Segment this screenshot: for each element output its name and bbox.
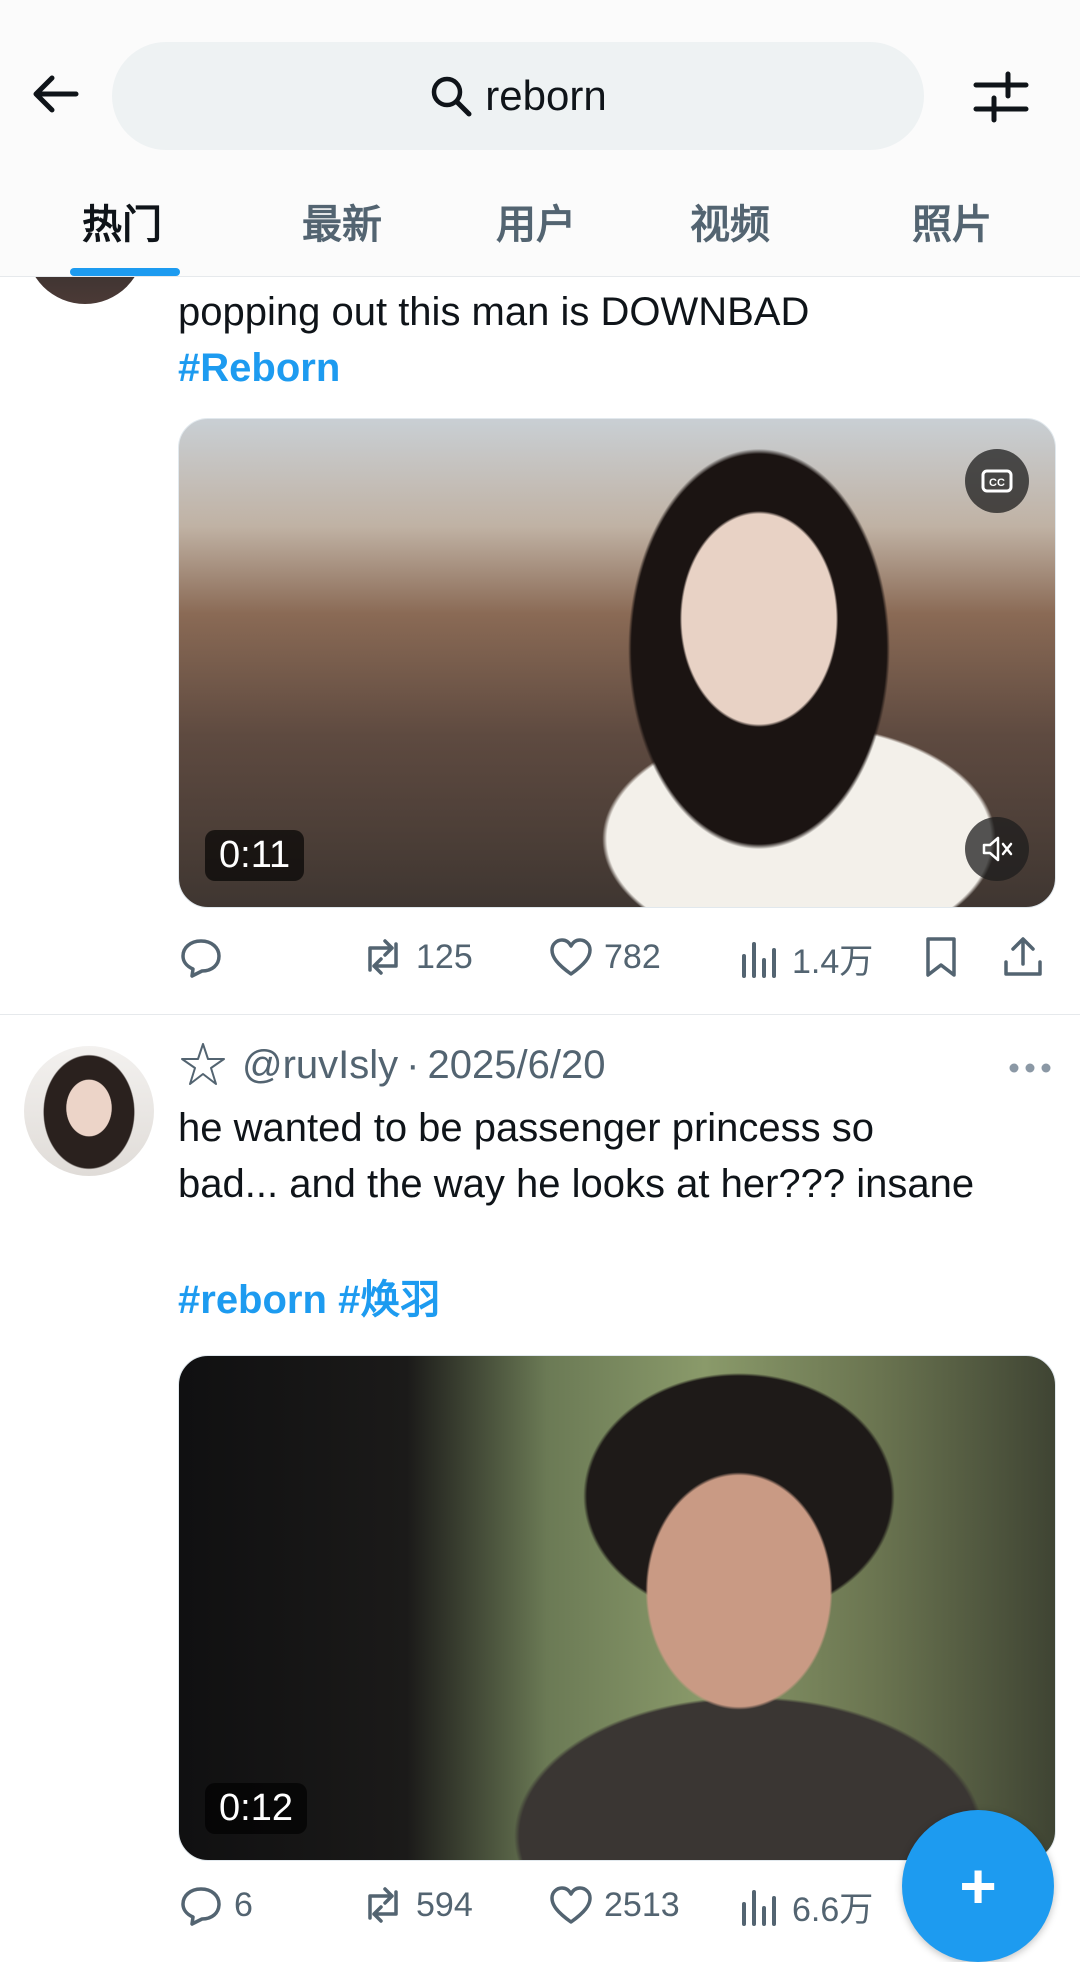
views-icon [742, 1889, 776, 1926]
heart-icon [550, 938, 592, 976]
retweet-icon [368, 1887, 398, 1923]
post-meta: @ruvIsly · 2025/6/20 [178, 1040, 605, 1090]
video-duration: 0:12 [205, 1783, 307, 1834]
post-date: 2025/6/20 [427, 1042, 606, 1087]
more-icon [1009, 1063, 1051, 1073]
retweet-button[interactable]: 594 [360, 1882, 473, 1928]
search-query[interactable]: reborn [485, 72, 606, 120]
like-button[interactable]: 2513 [548, 1882, 680, 1928]
views-button[interactable]: 1.4万 [736, 934, 873, 983]
like-button[interactable]: 782 [548, 934, 661, 980]
reply-count: 6 [234, 1885, 253, 1924]
active-tab-indicator [70, 268, 180, 276]
bookmark-button[interactable] [918, 934, 974, 980]
user-handle[interactable]: @ruvIsly [242, 1043, 398, 1088]
video-player[interactable]: 0:12 [178, 1355, 1056, 1861]
retweet-count: 125 [416, 937, 473, 976]
search-icon [432, 76, 472, 117]
view-count: 6.6万 [792, 1891, 874, 1929]
mute-icon [982, 836, 1013, 862]
post-text: popping out this man is DOWNBAD [178, 290, 810, 334]
sliders-icon [973, 71, 1029, 123]
view-count: 1.4万 [792, 943, 874, 981]
reply-icon [181, 1887, 221, 1926]
reply-icon [181, 939, 221, 978]
post-text-line-2: bad... and the way he looks at her??? in… [178, 1162, 975, 1206]
views-button[interactable]: 6.6万 [736, 1882, 873, 1931]
video-player[interactable]: CC 0:11 [178, 418, 1056, 908]
post-actions: 125 782 1.4万 [178, 934, 1058, 994]
tab-hot[interactable]: 热门 [82, 192, 162, 250]
share-button[interactable] [1000, 934, 1056, 980]
retweet-icon [368, 939, 398, 975]
tab-photos[interactable]: 照片 [912, 192, 992, 250]
compose-button[interactable]: + [902, 1810, 1054, 1962]
hashtag-link[interactable]: #焕羽 [338, 1278, 440, 1322]
more-options-button[interactable] [1008, 1048, 1052, 1088]
hashtag-link[interactable]: #Reborn [178, 340, 340, 396]
views-icon [742, 941, 776, 978]
meta-separator: · [406, 1042, 420, 1087]
video-duration: 0:11 [205, 830, 305, 881]
heart-icon [550, 1886, 592, 1924]
plus-icon: + [959, 1850, 997, 1922]
bookmark-icon [926, 937, 956, 977]
search-filter-button[interactable] [972, 68, 1030, 126]
arrow-left-icon [33, 75, 79, 113]
share-icon [1004, 937, 1042, 976]
avatar[interactable] [24, 1046, 154, 1176]
retweet-count: 594 [416, 1885, 473, 1924]
tab-users[interactable]: 用户 [496, 192, 576, 250]
tab-videos[interactable]: 视频 [690, 192, 770, 250]
hashtag-link[interactable]: #reborn [178, 1278, 327, 1322]
post-divider [0, 1014, 1080, 1015]
search-bar[interactable]: reborn [112, 42, 924, 150]
hashtags: #reborn #焕羽 [178, 1272, 440, 1328]
captions-button[interactable]: CC [965, 449, 1029, 513]
tab-latest[interactable]: 最新 [302, 192, 382, 250]
back-button[interactable] [28, 66, 84, 122]
search-tabs: 热门 最新 用户 视频 照片 [0, 180, 1080, 276]
retweet-button[interactable]: 125 [360, 934, 473, 980]
like-count: 2513 [604, 1885, 680, 1924]
mute-button[interactable] [965, 817, 1029, 881]
svg-text:CC: CC [989, 477, 1005, 489]
captions-icon: CC [981, 469, 1013, 493]
star-icon [181, 1043, 225, 1085]
reply-button[interactable]: 6 [178, 1882, 253, 1928]
like-count: 782 [604, 937, 661, 976]
reply-button[interactable] [178, 934, 234, 980]
post-text-line-1: he wanted to be passenger princess so [178, 1106, 874, 1150]
header: reborn 热门 最新 用户 视频 照片 [0, 0, 1080, 277]
